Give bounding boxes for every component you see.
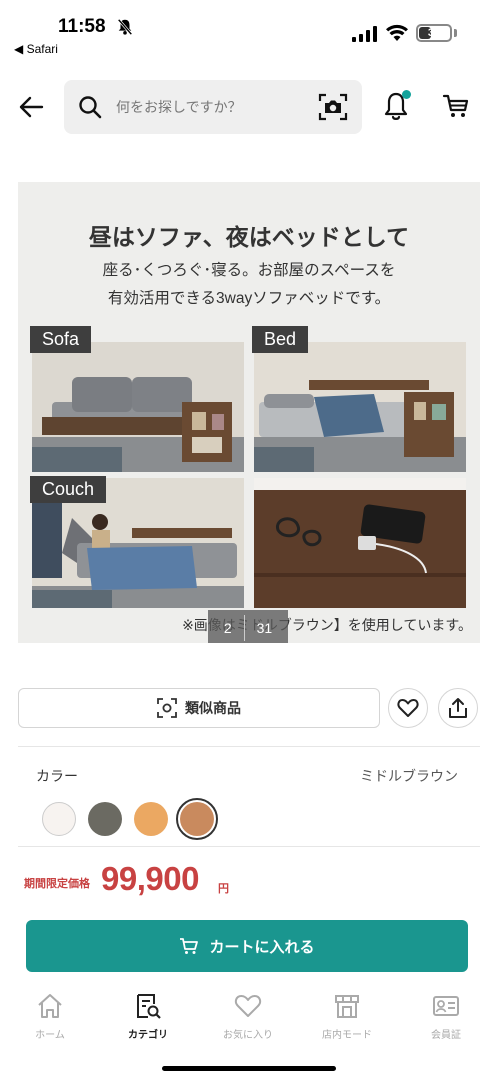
wifi-icon — [386, 24, 408, 41]
back-button[interactable] — [14, 90, 48, 124]
battery-cap — [454, 29, 457, 37]
search-input[interactable] — [116, 80, 306, 134]
battery-indicator: 38 — [416, 24, 452, 42]
selected-color-name: ミドルブラウン — [360, 768, 458, 784]
signal-icon — [352, 26, 377, 42]
color-swatch[interactable] — [88, 802, 122, 836]
sofa-illustration — [32, 342, 244, 472]
similar-products-button[interactable]: 類似商品 — [18, 688, 380, 728]
share-button[interactable] — [438, 688, 478, 728]
tab-category-label: カテゴリ — [128, 1030, 168, 1041]
color-swatch[interactable] — [42, 802, 76, 836]
status-time: 11:58 — [58, 16, 106, 37]
image-search-icon — [157, 698, 177, 718]
tab-member-card[interactable]: 会員証 — [406, 992, 486, 1048]
bottom-tab-bar: ホーム カテゴリ お気に入り 店内モード 会員証 — [0, 988, 498, 1048]
share-icon — [449, 698, 467, 718]
search-bar[interactable] — [64, 80, 362, 134]
tab-category[interactable]: カテゴリ — [108, 992, 188, 1048]
divider — [18, 846, 480, 847]
tab-home[interactable]: ホーム — [10, 992, 90, 1048]
image-counter-current: 2 — [223, 620, 232, 636]
home-icon — [38, 994, 62, 1018]
cart-button[interactable] — [442, 92, 472, 122]
sofa-label: Sofa — [30, 326, 92, 353]
bed-label: Bed — [252, 326, 309, 353]
color-swatch[interactable] — [134, 802, 168, 836]
cart-icon — [442, 94, 469, 117]
category-search-icon — [137, 994, 161, 1019]
image-subtext-1: 座る･くつろぐ･寝る。お部屋のスペースを — [102, 262, 396, 279]
image-counter: 2 31 — [208, 610, 288, 643]
color-label: カラー — [36, 768, 78, 784]
search-header — [0, 78, 498, 136]
search-icon — [79, 96, 102, 119]
product-image-carousel[interactable]: 昼はソファ、夜はベッドとして 座る･くつろぐ･寝る。お部屋のスペースを 有効活用… — [18, 182, 480, 643]
favorite-button[interactable] — [388, 688, 428, 728]
similar-products-label: 類似商品 — [185, 700, 241, 716]
image-headline: 昼はソファ、夜はベッドとして — [88, 224, 410, 250]
tab-store-mode[interactable]: 店内モード — [307, 992, 387, 1048]
bed-panel-image — [254, 342, 466, 472]
cart-icon — [180, 938, 199, 954]
add-to-cart-button[interactable]: カートに入れる — [26, 920, 468, 972]
member-card-icon — [433, 996, 459, 1016]
price-label: 期間限定価格 — [24, 878, 90, 890]
camera-search-icon[interactable] — [318, 93, 348, 121]
tab-member-card-label: 会員証 — [431, 1030, 461, 1041]
image-counter-total: 31 — [256, 620, 273, 636]
store-icon — [335, 995, 359, 1018]
divider — [18, 746, 480, 747]
couch-label: Couch — [30, 476, 107, 503]
bed-illustration — [254, 342, 466, 472]
muted-bell-icon — [117, 18, 133, 36]
back-to-safari-link[interactable]: ◀ Safari — [14, 42, 58, 56]
detail-panel-image — [254, 478, 466, 608]
notification-badge — [402, 90, 411, 99]
shelf-detail-illustration — [254, 478, 466, 608]
price-value: 99,900 — [101, 860, 199, 897]
price-unit: 円 — [218, 883, 229, 895]
add-to-cart-label: カートに入れる — [209, 938, 315, 956]
tab-favorites-label: お気に入り — [223, 1030, 273, 1041]
notification-button[interactable] — [382, 90, 414, 124]
home-indicator — [162, 1066, 336, 1071]
tab-favorites[interactable]: お気に入り — [208, 992, 288, 1048]
image-subtext-2: 有効活用できる3wayソファベッドです。 — [107, 290, 391, 307]
color-swatch[interactable] — [176, 798, 218, 840]
image-counter-separator — [243, 615, 245, 641]
battery-level-text: 38 — [427, 27, 441, 39]
back-arrow-icon — [19, 96, 44, 118]
sofa-panel-image — [32, 342, 244, 472]
status-bar: 11:58 ◀ Safari 38 — [0, 0, 498, 62]
heart-icon — [234, 995, 262, 1017]
tab-home-label: ホーム — [35, 1030, 65, 1041]
heart-icon — [397, 699, 419, 717]
tab-store-mode-label: 店内モード — [322, 1030, 372, 1041]
